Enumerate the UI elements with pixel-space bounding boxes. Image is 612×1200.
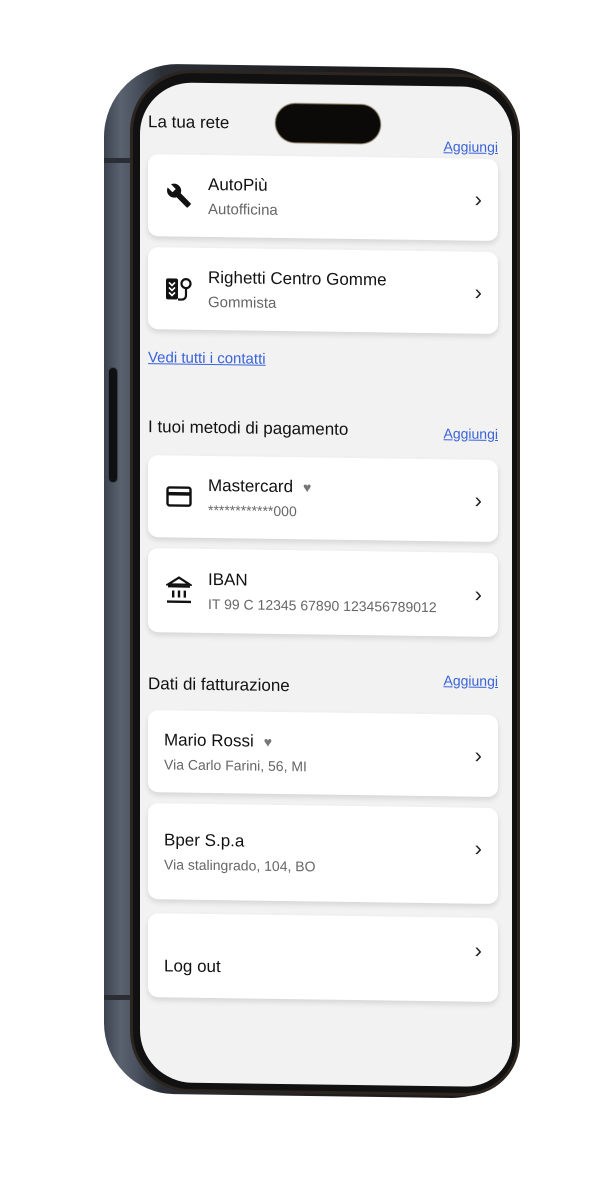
account-content: La tua rete Aggiungi AutoPiù Autofficina… bbox=[148, 106, 498, 1002]
tire-pressure-icon bbox=[164, 273, 194, 303]
contact-name: Righetti Centro Gomme bbox=[208, 267, 387, 289]
network-section-title: La tua rete bbox=[148, 112, 230, 133]
payments-section-title: I tuoi metodi di pagamento bbox=[148, 417, 349, 439]
contact-card-autopiu[interactable]: AutoPiù Autofficina › bbox=[148, 154, 498, 241]
credit-card-icon bbox=[164, 481, 194, 511]
billing-add-link[interactable]: Aggiungi bbox=[444, 672, 499, 689]
phone-mockup: La tua rete Aggiungi AutoPiù Autofficina… bbox=[0, 0, 612, 1200]
chevron-right-icon: › bbox=[474, 186, 482, 212]
side-button bbox=[108, 367, 118, 483]
payment-method-name: Mastercard bbox=[208, 475, 294, 497]
chevron-right-icon: › bbox=[474, 742, 482, 768]
payment-method-detail: IT 99 C 12345 67890 123456789012 bbox=[208, 595, 437, 616]
dynamic-island bbox=[276, 103, 380, 144]
logout-button[interactable]: Log out › bbox=[148, 913, 498, 1002]
see-all-contacts-link[interactable]: Vedi tutti i contatti bbox=[148, 349, 266, 368]
billing-section-title: Dati di fatturazione bbox=[148, 674, 290, 696]
payments-section-header: I tuoi metodi di pagamento Aggiungi bbox=[148, 411, 498, 442]
contact-type: Autofficina bbox=[208, 200, 278, 219]
billing-card-bper[interactable]: Bper S.p.a Via stalingrado, 104, BO › bbox=[148, 803, 498, 904]
contact-card-righetti[interactable]: Righetti Centro Gomme Gommista › bbox=[148, 247, 498, 334]
chevron-right-icon: › bbox=[474, 835, 482, 861]
payment-method-detail: ************000 bbox=[208, 501, 297, 520]
payment-method-name: IBAN bbox=[208, 569, 248, 590]
contact-type: Gommista bbox=[208, 293, 277, 312]
logout-label: Log out bbox=[164, 956, 221, 977]
bank-icon bbox=[164, 575, 194, 605]
wrench-icon bbox=[164, 180, 194, 210]
contact-name: AutoPiù bbox=[208, 174, 268, 195]
billing-address: Via Carlo Farini, 56, MI bbox=[164, 756, 307, 775]
payment-card-mastercard[interactable]: Mastercard ♥ ************000 › bbox=[148, 455, 498, 542]
billing-address: Via stalingrado, 104, BO bbox=[164, 856, 316, 875]
favorite-heart-icon: ♥ bbox=[263, 733, 273, 750]
chevron-right-icon: › bbox=[474, 581, 482, 607]
billing-card-mario-rossi[interactable]: Mario Rossi ♥ Via Carlo Farini, 56, MI › bbox=[148, 710, 498, 797]
billing-section-header: Dati di fatturazione Aggiungi bbox=[148, 668, 498, 699]
chevron-right-icon: › bbox=[474, 279, 482, 305]
network-add-link[interactable]: Aggiungi bbox=[444, 138, 499, 155]
billing-name: Mario Rossi bbox=[164, 730, 254, 751]
chevron-right-icon: › bbox=[474, 937, 482, 963]
payments-add-link[interactable]: Aggiungi bbox=[444, 425, 499, 442]
payment-card-iban[interactable]: IBAN IT 99 C 12345 67890 123456789012 › bbox=[148, 548, 498, 637]
favorite-heart-icon: ♥ bbox=[303, 479, 312, 496]
billing-name: Bper S.p.a bbox=[164, 830, 245, 851]
phone-screen: La tua rete Aggiungi AutoPiù Autofficina… bbox=[140, 82, 512, 1088]
chevron-right-icon: › bbox=[474, 487, 482, 513]
